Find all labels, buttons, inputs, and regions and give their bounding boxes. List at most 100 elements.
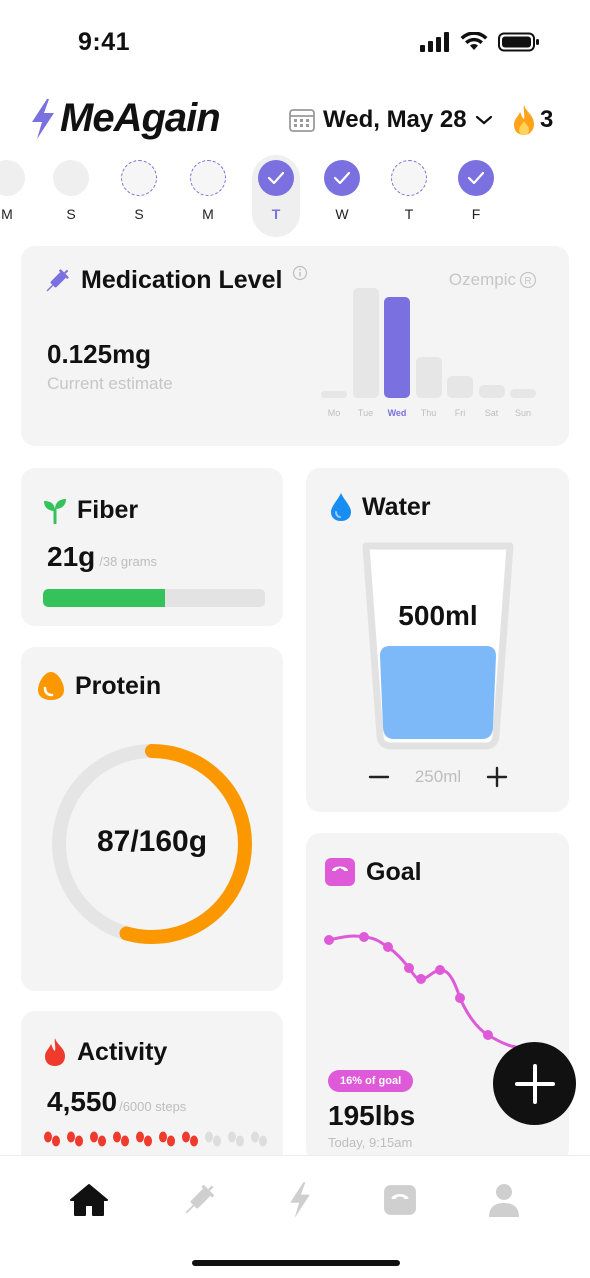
date-label: Wed, May 28	[323, 106, 467, 133]
goal-trend-line	[324, 932, 537, 1053]
day-circle	[391, 160, 427, 196]
home-icon	[70, 1184, 108, 1216]
medication-bar	[384, 296, 410, 398]
footstep-icon	[136, 1131, 152, 1147]
tab-weight[interactable]	[378, 1180, 422, 1220]
check-icon	[333, 171, 351, 185]
day-label: M	[1, 206, 13, 222]
medication-bar	[352, 288, 379, 398]
goal-title: Goal	[366, 857, 422, 886]
fiber-amount: 21g	[47, 541, 96, 572]
steps-progress	[43, 1131, 268, 1147]
calendar-icon	[289, 109, 315, 132]
water-value: 500ml	[398, 600, 478, 631]
medication-value: 0.125mg	[47, 339, 152, 369]
signal-icon	[420, 32, 449, 52]
streak-counter[interactable]: 3	[510, 104, 553, 136]
water-card[interactable]: Water 500ml 250ml	[306, 468, 569, 812]
activity-amount: 4,550	[47, 1086, 118, 1117]
goal-badge: 16% of goal	[328, 1070, 414, 1092]
protein-card[interactable]: Protein 87/160g	[21, 647, 283, 991]
water-controls: 250ml	[368, 766, 508, 788]
tab-activity[interactable]	[278, 1180, 322, 1220]
add-button[interactable]	[493, 1042, 576, 1125]
day-label: M	[202, 206, 214, 222]
day-item-selected[interactable]: T	[252, 155, 300, 237]
tab-medication[interactable]	[177, 1180, 221, 1220]
day-item[interactable]: W	[318, 155, 366, 222]
medication-bar	[478, 384, 505, 398]
day-label: S	[66, 206, 76, 222]
activity-value: 4,550/6000 steps	[47, 1086, 186, 1118]
fiber-value: 21g/38 grams	[47, 541, 157, 573]
day-circle	[53, 160, 89, 196]
day-circle	[258, 160, 294, 196]
medication-bar-day-label: Sat	[484, 408, 499, 418]
info-icon[interactable]	[292, 265, 308, 281]
status-bar: 9:41	[0, 0, 590, 90]
day-circle	[324, 160, 360, 196]
goal-data-point	[483, 1030, 493, 1040]
streak-count: 3	[540, 106, 554, 133]
plus-icon[interactable]	[486, 766, 508, 788]
card-title: Activity	[43, 1037, 167, 1067]
activity-title: Activity	[77, 1037, 168, 1066]
goal-data-point	[324, 935, 334, 945]
day-item[interactable]: F	[452, 155, 500, 222]
day-label: S	[134, 206, 144, 222]
day-circle	[190, 160, 226, 196]
day-label: T	[404, 206, 414, 222]
bolt-icon	[290, 1182, 310, 1218]
flame-icon	[514, 105, 534, 135]
svg-text:R: R	[524, 276, 531, 287]
status-icons	[420, 32, 540, 52]
fiber-progress-fill	[43, 589, 166, 607]
chevron-down-icon	[475, 115, 492, 125]
tab-home[interactable]	[67, 1180, 111, 1220]
footstep-icon	[90, 1131, 106, 1147]
goal-data-point	[404, 963, 414, 973]
day-item[interactable]: M	[0, 155, 31, 222]
water-title: Water	[362, 492, 431, 521]
water-glass	[362, 542, 514, 750]
day-item[interactable]: T	[385, 155, 433, 222]
medication-bar	[510, 389, 536, 398]
tab-profile[interactable]	[482, 1180, 526, 1220]
wifi-icon	[460, 32, 488, 50]
scale-icon	[325, 858, 355, 886]
minus-icon[interactable]	[368, 766, 390, 788]
home-indicator	[192, 1260, 400, 1266]
goal-timestamp: Today, 9:15am	[328, 1135, 413, 1150]
day-item[interactable]: S	[115, 155, 163, 222]
plus-icon	[514, 1063, 555, 1104]
fiber-card[interactable]: Fiber 21g/38 grams	[21, 468, 283, 626]
app-logo: MeAgain	[30, 96, 221, 141]
card-title: Protein	[37, 671, 161, 701]
goal-data-point	[455, 993, 465, 1003]
check-icon	[267, 171, 285, 185]
medication-bar-day-label: Wed	[387, 408, 407, 418]
card-title: Fiber	[43, 496, 138, 525]
bolt-logo-icon	[32, 98, 54, 139]
protein-title: Protein	[75, 671, 162, 700]
syringe-icon	[46, 268, 69, 291]
app-header: MeAgain Wed, May 28 3	[0, 96, 590, 148]
day-item[interactable]: M	[184, 155, 232, 222]
battery-icon	[498, 32, 539, 52]
app-name: MeAgain	[60, 96, 221, 140]
card-title: Water	[330, 492, 431, 522]
goal-weight: 195lbs	[328, 1100, 416, 1131]
medication-level-card[interactable]: Medication Level Ozempic R 0.125mg Curre…	[21, 246, 569, 446]
card-title: Goal	[324, 857, 422, 887]
day-item[interactable]: S	[47, 155, 95, 222]
activity-card[interactable]: Activity 4,550/6000 steps	[21, 1011, 283, 1171]
day-label: W	[335, 206, 349, 222]
medication-bar	[447, 376, 473, 398]
date-picker[interactable]: Wed, May 28	[289, 106, 493, 134]
tab-bar	[0, 1155, 590, 1278]
day-circle	[0, 160, 25, 196]
profile-icon	[489, 1184, 519, 1217]
medication-bar-day-label: Fri	[454, 408, 466, 418]
water-drop-icon	[331, 493, 351, 521]
goal-data-point	[383, 942, 393, 952]
